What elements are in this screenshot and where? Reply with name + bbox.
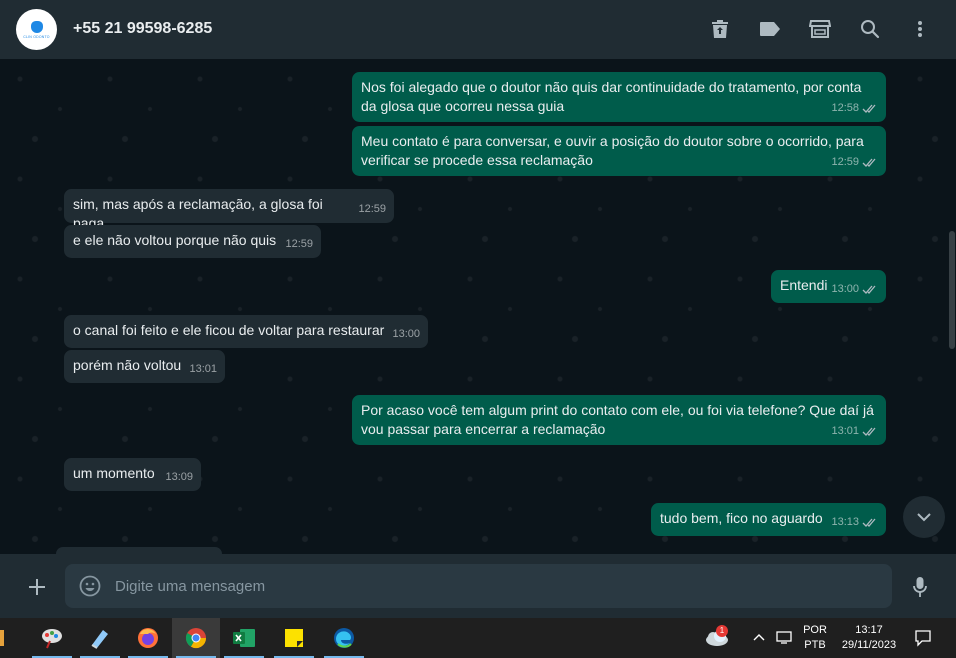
notification-badge: 1 (716, 625, 728, 637)
delete-icon[interactable] (708, 17, 732, 41)
firefox-icon[interactable] (124, 618, 172, 658)
message-bubble-outgoing[interactable]: Meu contato é para conversar, e ouvir a … (352, 126, 886, 176)
message-text: Nos foi alegado que o doutor não quis da… (361, 79, 862, 114)
menu-icon[interactable] (908, 17, 932, 41)
app-icon[interactable] (0, 618, 10, 658)
composer-bar (0, 554, 956, 618)
chevron-down-icon (917, 513, 931, 522)
message-time: 12:59 (831, 153, 878, 172)
message-time: 12:58 (831, 99, 878, 118)
input-language[interactable]: POR PTB (800, 623, 830, 653)
sticky-notes-icon[interactable] (270, 618, 318, 658)
tooth-logo-icon (30, 20, 43, 33)
chevron-up-icon[interactable] (752, 630, 766, 644)
store-icon[interactable] (808, 17, 832, 41)
message-bubble-partial (56, 547, 222, 554)
excel-icon[interactable] (220, 618, 268, 658)
double-check-icon (862, 427, 876, 436)
contact-name[interactable]: +55 21 99598-6285 (73, 20, 212, 38)
message-text: um momento (73, 465, 155, 481)
message-bubble-incoming[interactable]: um momento 13:09 (64, 458, 201, 491)
message-text: Por acaso você tem algum print do contat… (361, 402, 874, 437)
message-time: 13:00 (831, 280, 878, 299)
double-check-icon (862, 285, 876, 294)
message-input-container[interactable] (65, 564, 892, 608)
weather-icon[interactable]: 1 (704, 625, 730, 650)
label-icon[interactable] (758, 17, 782, 41)
chat-scrollbar[interactable] (949, 231, 955, 349)
language-label: POR (803, 624, 827, 636)
keyboard-label: PTB (804, 639, 826, 651)
network-icon[interactable] (776, 630, 794, 644)
voice-message-button[interactable] (908, 574, 932, 600)
double-check-icon (862, 158, 876, 167)
system-clock[interactable]: 13:17 29/11/2023 (836, 623, 902, 653)
windows-taskbar: 1 POR PTB 13:17 29/11/2023 (0, 618, 956, 658)
message-text: porém não voltou (73, 357, 182, 373)
message-time: 13:01 (831, 422, 878, 441)
chat-area: Nos foi alegado que o doutor não quis da… (0, 59, 956, 554)
message-time: 13:01 (189, 363, 217, 375)
message-bubble-incoming[interactable]: e ele não voltou porque não quis 12:59 (64, 225, 321, 258)
double-check-icon (862, 518, 876, 527)
message-bubble-incoming[interactable]: o canal foi feito e ele ficou de voltar … (64, 315, 428, 348)
edge-icon[interactable] (320, 618, 368, 658)
message-text: e ele não voltou porque não quis (73, 232, 277, 248)
chat-header: CLIN ODONTO +55 21 99598-6285 (0, 0, 956, 59)
message-time: 13:13 (831, 513, 878, 532)
message-text: Entendi (780, 277, 828, 293)
message-bubble-outgoing[interactable]: Nos foi alegado que o doutor não quis da… (352, 72, 886, 122)
message-bubble-outgoing[interactable]: Por acaso você tem algum print do contat… (352, 395, 886, 445)
emoji-icon[interactable] (79, 575, 101, 597)
plus-icon (29, 579, 45, 595)
search-icon[interactable] (858, 17, 882, 41)
clock-date: 29/11/2023 (841, 639, 897, 651)
message-bubble-outgoing[interactable]: tudo bem, fico no aguardo 13:13 (651, 503, 886, 536)
message-text: tudo bem, fico no aguardo (660, 510, 823, 526)
message-time: 13:09 (165, 471, 193, 483)
double-check-icon (862, 104, 876, 113)
paint-icon[interactable] (28, 618, 76, 658)
message-time: 13:00 (392, 328, 420, 340)
microphone-icon (913, 577, 927, 597)
message-bubble-outgoing[interactable]: Entendi 13:00 (771, 270, 886, 303)
avatar[interactable]: CLIN ODONTO (16, 9, 57, 50)
message-text: Meu contato é para conversar, e ouvir a … (361, 133, 864, 168)
avatar-brand: CLIN ODONTO (23, 34, 50, 39)
attach-button[interactable] (24, 574, 50, 600)
notepad-icon[interactable] (76, 618, 124, 658)
message-input[interactable] (115, 564, 875, 608)
notification-center-icon[interactable] (914, 629, 932, 647)
message-time: 12:59 (358, 203, 386, 215)
message-time: 12:59 (285, 238, 313, 250)
message-bubble-incoming[interactable]: porém não voltou 13:01 (64, 350, 225, 383)
message-text: o canal foi feito e ele ficou de voltar … (73, 322, 385, 338)
chrome-icon[interactable] (172, 618, 220, 658)
clock-time: 13:17 (855, 624, 883, 636)
scroll-to-bottom-button[interactable] (903, 496, 945, 538)
message-bubble-incoming[interactable]: sim, mas após a reclamação, a glosa foi … (64, 189, 394, 231)
